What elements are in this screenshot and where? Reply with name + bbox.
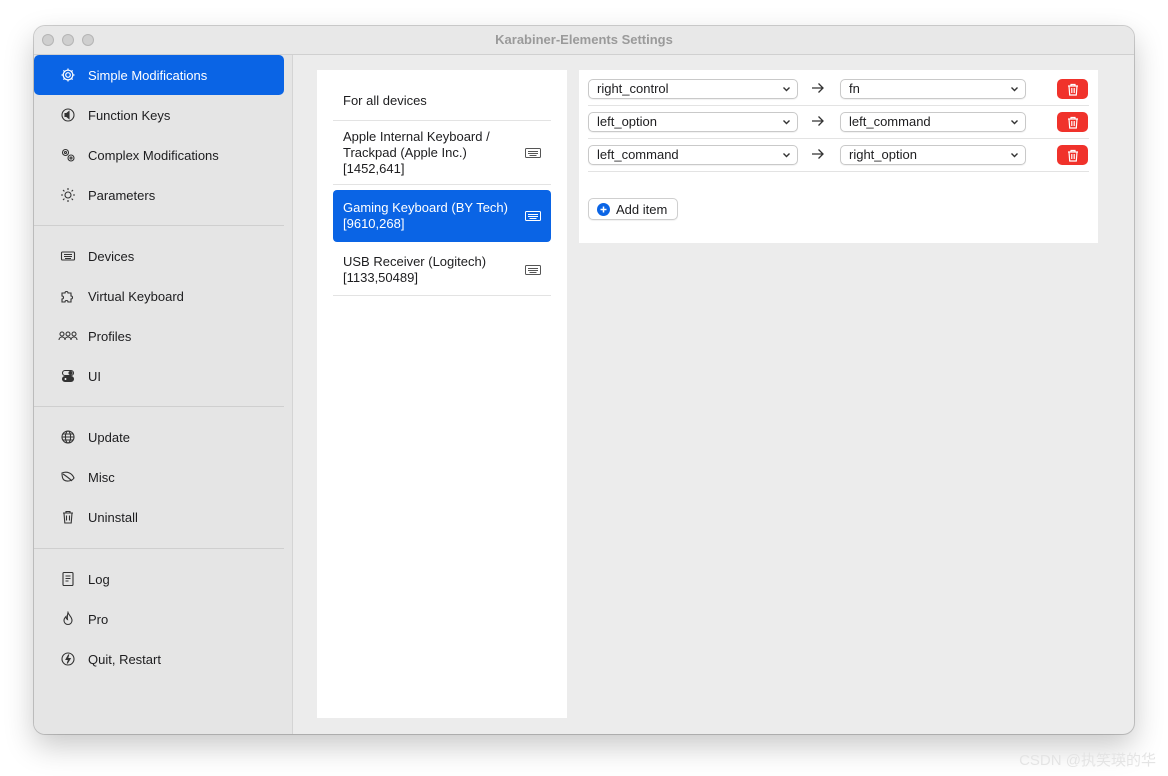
from-key-select[interactable]: left_command xyxy=(588,145,798,165)
sidebar-item-label: Complex Modifications xyxy=(88,147,219,163)
to-key-value: fn xyxy=(849,81,860,96)
chevron-down-icon xyxy=(1011,153,1018,158)
to-key-value: right_option xyxy=(849,147,917,162)
sidebar-item-uninstall[interactable]: Uninstall xyxy=(34,497,284,537)
sidebar-item-label: Virtual Keyboard xyxy=(88,288,184,304)
rule-row: right_control fn xyxy=(588,73,1089,106)
modification-rules: right_control fn left_option left_comman… xyxy=(579,70,1098,243)
add-item-button[interactable]: Add item xyxy=(588,198,678,220)
sidebar-item-simple-modifications[interactable]: Simple Modifications xyxy=(34,55,284,95)
to-key-value: left_command xyxy=(849,114,931,129)
keyboard-icon xyxy=(525,264,541,275)
device-name: USB Receiver (Logitech) [1133,50489] xyxy=(343,253,487,285)
arrow-right-icon xyxy=(812,83,824,93)
from-key-value: left_command xyxy=(597,147,679,162)
sidebar-item-ui[interactable]: UI xyxy=(34,356,284,396)
device-item-usb-receiver[interactable]: USB Receiver (Logitech) [1133,50489] xyxy=(333,244,551,296)
speaker-icon xyxy=(58,105,78,125)
device-name: Apple Internal Keyboard / Trackpad (Appl… xyxy=(343,128,490,176)
from-key-select[interactable]: left_option xyxy=(588,112,798,132)
keyboard-icon xyxy=(525,147,541,158)
trash-icon xyxy=(1067,149,1078,162)
sidebar-item-profiles[interactable]: Profiles xyxy=(34,316,284,356)
sidebar-divider xyxy=(34,548,284,549)
sidebar-item-label: Simple Modifications xyxy=(88,67,208,83)
keyboard-icon xyxy=(58,246,78,266)
chevron-down-icon xyxy=(783,153,790,158)
sidebar-item-devices[interactable]: Devices xyxy=(34,236,284,276)
sidebar-item-label: UI xyxy=(88,368,101,384)
power-icon xyxy=(58,649,78,669)
gear-icon xyxy=(58,65,78,85)
chevron-down-icon xyxy=(1011,87,1018,92)
title-bar: Karabiner-Elements Settings xyxy=(34,26,1134,55)
sidebar-item-label: Uninstall xyxy=(88,509,138,525)
device-item-apple-internal[interactable]: Apple Internal Keyboard / Trackpad (Appl… xyxy=(333,121,551,185)
trash-icon xyxy=(58,507,78,527)
sidebar-item-label: Pro xyxy=(88,611,109,627)
chevron-down-icon xyxy=(783,120,790,125)
device-list: For all devices Apple Internal Keyboard … xyxy=(317,70,567,718)
sidebar-divider xyxy=(34,406,284,407)
trash-icon xyxy=(1067,116,1078,129)
device-item-gaming-keyboard[interactable]: Gaming Keyboard (BY Tech) [9610,268] xyxy=(333,190,551,242)
sidebar-item-label: Function Keys xyxy=(88,107,171,123)
watermark: CSDN @执笑瑛的华 xyxy=(1019,752,1156,769)
to-key-select[interactable]: left_command xyxy=(840,112,1026,132)
sidebar-item-complex-modifications[interactable]: Complex Modifications xyxy=(34,135,284,175)
gears-icon xyxy=(58,145,78,165)
document-icon xyxy=(58,569,78,589)
sidebar-item-log[interactable]: Log xyxy=(34,559,284,599)
delete-rule-button[interactable] xyxy=(1057,79,1088,99)
device-item-all[interactable]: For all devices xyxy=(333,82,551,121)
chevron-down-icon xyxy=(1011,120,1018,125)
toggle-icon xyxy=(58,366,78,386)
keyboard-icon xyxy=(525,211,541,221)
arrow-right-icon xyxy=(812,116,824,126)
sidebar-item-function-keys[interactable]: Function Keys xyxy=(34,95,284,135)
sidebar-item-label: Quit, Restart xyxy=(88,651,161,667)
device-name: For all devices xyxy=(343,93,427,108)
delete-rule-button[interactable] xyxy=(1057,145,1088,165)
window-title: Karabiner-Elements Settings xyxy=(495,32,673,47)
globe-icon xyxy=(58,427,78,447)
people-icon xyxy=(58,326,78,346)
sidebar-item-virtual-keyboard[interactable]: Virtual Keyboard xyxy=(34,276,284,316)
plus-circle-icon xyxy=(597,202,610,216)
sidebar: Simple Modifications Function Keys Compl… xyxy=(34,55,293,734)
sidebar-item-misc[interactable]: Misc xyxy=(34,457,284,497)
from-key-value: left_option xyxy=(597,114,657,129)
sidebar-item-update[interactable]: Update xyxy=(34,417,284,457)
arrow-right-icon xyxy=(812,149,824,159)
rule-row: left_option left_command xyxy=(588,106,1089,139)
flame-icon xyxy=(58,609,78,629)
puzzle-icon xyxy=(58,286,78,306)
sidebar-item-label: Misc xyxy=(88,469,115,485)
to-key-select[interactable]: right_option xyxy=(840,145,1026,165)
sun-icon xyxy=(58,185,78,205)
sidebar-item-label: Profiles xyxy=(88,328,132,344)
add-item-label: Add item xyxy=(616,201,668,217)
sidebar-divider xyxy=(34,225,284,226)
app-window: Karabiner-Elements Settings Simple Modif… xyxy=(34,26,1134,734)
device-name: Gaming Keyboard (BY Tech) [9610,268] xyxy=(343,200,508,231)
chevron-down-icon xyxy=(783,87,790,92)
trash-icon xyxy=(1067,83,1078,96)
from-key-value: right_control xyxy=(597,81,669,96)
sidebar-item-quit-restart[interactable]: Quit, Restart xyxy=(34,639,284,679)
sidebar-item-label: Log xyxy=(88,571,110,587)
from-key-select[interactable]: right_control xyxy=(588,79,798,99)
sidebar-item-pro[interactable]: Pro xyxy=(34,599,284,639)
sidebar-item-label: Devices xyxy=(88,248,135,264)
sidebar-item-label: Update xyxy=(88,429,130,445)
leaf-icon xyxy=(58,467,78,487)
rule-row: left_command right_option xyxy=(588,139,1089,172)
to-key-select[interactable]: fn xyxy=(840,79,1026,99)
delete-rule-button[interactable] xyxy=(1057,112,1088,132)
sidebar-item-parameters[interactable]: Parameters xyxy=(34,175,284,215)
sidebar-item-label: Parameters xyxy=(88,187,156,203)
